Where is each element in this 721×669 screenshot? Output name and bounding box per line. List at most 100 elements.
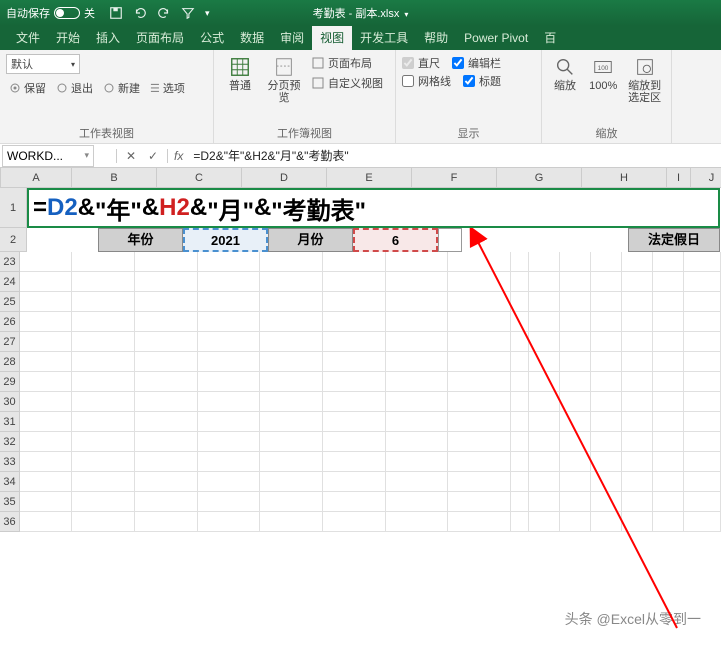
- cell-I27[interactable]: [511, 332, 529, 352]
- cell-C25[interactable]: [135, 292, 198, 312]
- cell-blank[interactable]: [438, 228, 462, 252]
- cell-O33[interactable]: [684, 452, 721, 472]
- cell-L30[interactable]: [591, 392, 622, 412]
- cell-F29[interactable]: [323, 372, 386, 392]
- cell-D31[interactable]: [198, 412, 261, 432]
- cell-N25[interactable]: [653, 292, 684, 312]
- tab-开发工具[interactable]: 开发工具: [352, 26, 416, 50]
- cell-K25[interactable]: [560, 292, 591, 312]
- cell-G30[interactable]: [386, 392, 449, 412]
- zoom-selection-button[interactable]: 缩放到选定区: [624, 54, 665, 106]
- formula-bar-checkbox[interactable]: 编辑栏: [452, 54, 501, 72]
- cell-K35[interactable]: [560, 492, 591, 512]
- cell-M25[interactable]: [622, 292, 653, 312]
- cell-M31[interactable]: [622, 412, 653, 432]
- cell-N30[interactable]: [653, 392, 684, 412]
- cell-H28[interactable]: [448, 352, 511, 372]
- cell-I26[interactable]: [511, 312, 529, 332]
- cell-M32[interactable]: [622, 432, 653, 452]
- row-header-30[interactable]: 30: [0, 392, 20, 412]
- cell-L27[interactable]: [591, 332, 622, 352]
- gridlines-checkbox[interactable]: 网格线: [402, 72, 451, 90]
- cell-I31[interactable]: [511, 412, 529, 432]
- cell-M26[interactable]: [622, 312, 653, 332]
- cell-O25[interactable]: [684, 292, 721, 312]
- cell-I28[interactable]: [511, 352, 529, 372]
- cell-D36[interactable]: [198, 512, 261, 532]
- cell-C31[interactable]: [135, 412, 198, 432]
- cell-G24[interactable]: [386, 272, 449, 292]
- cell-E30[interactable]: [260, 392, 323, 412]
- cell-K28[interactable]: [560, 352, 591, 372]
- cell-F33[interactable]: [323, 452, 386, 472]
- cell-H34[interactable]: [448, 472, 511, 492]
- row-header-24[interactable]: 24: [0, 272, 20, 292]
- name-box[interactable]: WORKD...▾: [2, 145, 94, 167]
- cell-M24[interactable]: [622, 272, 653, 292]
- cell-B25[interactable]: [72, 292, 135, 312]
- undo-icon[interactable]: [133, 6, 147, 20]
- cell-O32[interactable]: [684, 432, 721, 452]
- row-header-32[interactable]: 32: [0, 432, 20, 452]
- tab-公式[interactable]: 公式: [192, 26, 232, 50]
- normal-view-button[interactable]: 普通: [220, 54, 260, 94]
- filter-icon[interactable]: [181, 6, 195, 20]
- cell-J36[interactable]: [529, 512, 560, 532]
- autosave-toggle[interactable]: 自动保存 关: [6, 5, 95, 21]
- cell-O36[interactable]: [684, 512, 721, 532]
- cell-A30[interactable]: [20, 392, 72, 412]
- cell-M35[interactable]: [622, 492, 653, 512]
- col-header-I[interactable]: I: [667, 168, 691, 188]
- cell-O23[interactable]: [684, 252, 721, 272]
- cell-H31[interactable]: [448, 412, 511, 432]
- cell-J33[interactable]: [529, 452, 560, 472]
- col-header-B[interactable]: B: [72, 168, 157, 188]
- row-header-27[interactable]: 27: [0, 332, 20, 352]
- cell-J26[interactable]: [529, 312, 560, 332]
- cell-F27[interactable]: [323, 332, 386, 352]
- new-button[interactable]: 新建: [100, 79, 143, 97]
- exit-button[interactable]: 退出: [53, 79, 96, 97]
- cell-B29[interactable]: [72, 372, 135, 392]
- cell-B27[interactable]: [72, 332, 135, 352]
- cell-K29[interactable]: [560, 372, 591, 392]
- row-header-1[interactable]: 1: [0, 188, 27, 228]
- cell-E23[interactable]: [260, 252, 323, 272]
- cell-K30[interactable]: [560, 392, 591, 412]
- cell-F30[interactable]: [323, 392, 386, 412]
- cell-M27[interactable]: [622, 332, 653, 352]
- cell-L35[interactable]: [591, 492, 622, 512]
- cell-G23[interactable]: [386, 252, 449, 272]
- cell-N33[interactable]: [653, 452, 684, 472]
- cell-E28[interactable]: [260, 352, 323, 372]
- cell-E27[interactable]: [260, 332, 323, 352]
- cell-month-label[interactable]: 月份: [268, 228, 353, 252]
- cell-K36[interactable]: [560, 512, 591, 532]
- cell-B28[interactable]: [72, 352, 135, 372]
- cell-K33[interactable]: [560, 452, 591, 472]
- cell-K24[interactable]: [560, 272, 591, 292]
- cell-B24[interactable]: [72, 272, 135, 292]
- cell-C29[interactable]: [135, 372, 198, 392]
- cell-J25[interactable]: [529, 292, 560, 312]
- cell-year-value[interactable]: 2021: [183, 228, 268, 252]
- cell-D26[interactable]: [198, 312, 261, 332]
- cell-F35[interactable]: [323, 492, 386, 512]
- row-header-23[interactable]: 23: [0, 252, 20, 272]
- save-icon[interactable]: [109, 6, 123, 20]
- zoom-100-button[interactable]: 100100%: [586, 54, 620, 94]
- cell-H23[interactable]: [448, 252, 511, 272]
- cell-N29[interactable]: [653, 372, 684, 392]
- cell-E29[interactable]: [260, 372, 323, 392]
- cell-I32[interactable]: [511, 432, 529, 452]
- row-header-36[interactable]: 36: [0, 512, 20, 532]
- cell-B32[interactable]: [72, 432, 135, 452]
- tab-插入[interactable]: 插入: [88, 26, 128, 50]
- cell-M28[interactable]: [622, 352, 653, 372]
- cell-G34[interactable]: [386, 472, 449, 492]
- cell-B26[interactable]: [72, 312, 135, 332]
- cell-A25[interactable]: [20, 292, 72, 312]
- cell-G26[interactable]: [386, 312, 449, 332]
- cell-A31[interactable]: [20, 412, 72, 432]
- cell-O34[interactable]: [684, 472, 721, 492]
